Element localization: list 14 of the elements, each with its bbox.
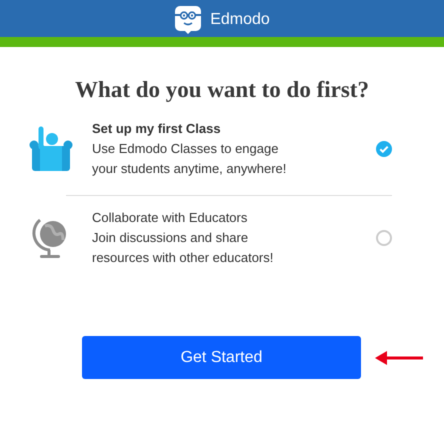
pointer-arrow <box>375 350 423 364</box>
checked-radio[interactable] <box>376 141 392 157</box>
page-heading: What do you want to do first? <box>74 77 370 103</box>
radio-button[interactable] <box>376 230 392 246</box>
option-description: Use Edmodo Classes to engage your students anytime, anywhere! <box>92 140 288 178</box>
owl-face-icon <box>174 4 202 34</box>
option-row[interactable]: Set up my first Class Use Edmodo Classes to engage your students anytime, anywhere! <box>28 117 392 181</box>
get-started-button[interactable]: Get Started <box>82 336 361 379</box>
option-description: Join discussions and share resources with other educators! <box>92 229 274 267</box>
option-title: Collaborate with Educators <box>92 209 248 227</box>
people-group-icon <box>28 126 74 172</box>
option-row[interactable]: Collaborate with Educators Join discussions and share resources with other educators! <box>28 206 392 270</box>
option-title: Set up my first Class <box>92 120 222 138</box>
app-name: Edmodo <box>210 10 270 28</box>
